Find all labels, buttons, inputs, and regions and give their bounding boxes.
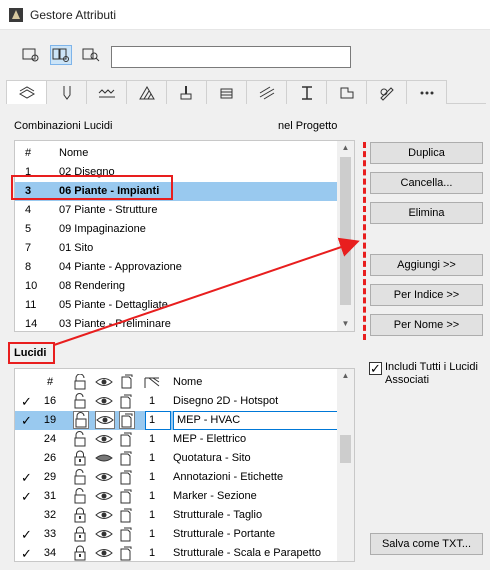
- view-search-panel-button[interactable]: [80, 45, 102, 65]
- red-arrow: [53, 237, 360, 346]
- tab-layers[interactable]: [6, 80, 47, 105]
- fills-icon: [139, 86, 155, 100]
- markup-icon: [380, 87, 394, 101]
- composites-icon: [220, 88, 233, 99]
- line-types-icon: [98, 89, 115, 98]
- view-single-panel-button[interactable]: [20, 45, 42, 65]
- attribute-tabs: [6, 80, 486, 105]
- brush-icon: [180, 86, 192, 100]
- app-icon: [9, 8, 23, 22]
- view-dual-panel-button[interactable]: [50, 45, 72, 65]
- materials-icon: [259, 86, 275, 100]
- window-title: Gestore Attributi: [30, 8, 117, 22]
- search-panel-icon: [82, 48, 100, 62]
- tab-line-types[interactable]: [86, 80, 127, 104]
- tab-markups[interactable]: [366, 80, 407, 104]
- single-panel-icon: [22, 48, 39, 62]
- layers-icon: [18, 86, 36, 99]
- tab-zones[interactable]: [326, 80, 367, 104]
- search-input[interactable]: [111, 46, 351, 68]
- tab-surfaces[interactable]: [166, 80, 207, 104]
- title-bar: Gestore Attributi: [0, 0, 490, 30]
- pen-icon: [63, 86, 71, 100]
- tab-materials[interactable]: [246, 80, 287, 104]
- tab-fills[interactable]: [126, 80, 167, 104]
- tab-profiles[interactable]: [286, 80, 327, 104]
- tab-more[interactable]: [406, 80, 447, 104]
- zones-icon: [340, 87, 354, 99]
- tab-pens[interactable]: [46, 80, 87, 104]
- tab-composites[interactable]: [206, 80, 247, 104]
- dual-panel-icon: [52, 48, 69, 62]
- layers-panel: Combinazioni Lucidi nel Progetto # Nome …: [6, 104, 486, 568]
- profile-icon: [302, 86, 312, 100]
- more-icon: [420, 91, 434, 95]
